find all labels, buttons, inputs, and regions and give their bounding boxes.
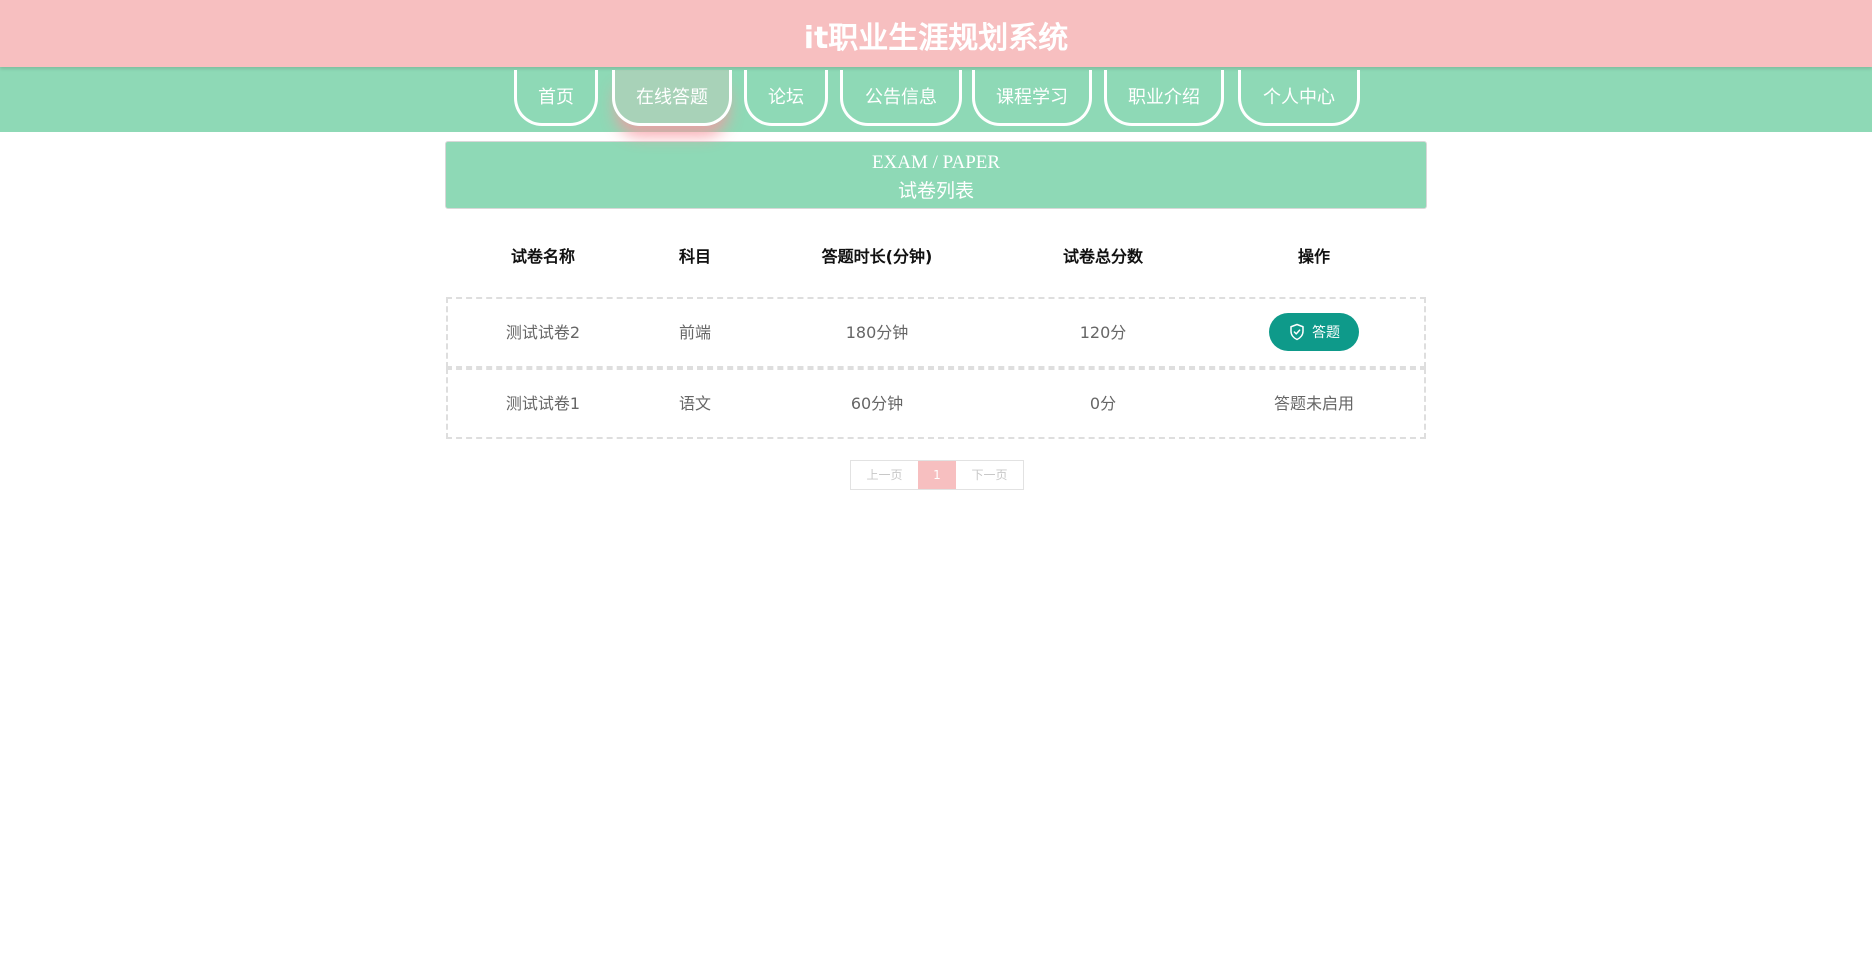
nav-item-careers[interactable]: 职业介绍 <box>1104 70 1224 126</box>
nav-item-forum[interactable]: 论坛 <box>744 70 828 126</box>
table-row: 测试试卷2 前端 180分钟 120分 答题 <box>446 297 1426 368</box>
section-header: EXAM / PAPER 试卷列表 <box>445 141 1427 209</box>
nav-item-announcements[interactable]: 公告信息 <box>840 70 962 126</box>
cell-total-score: 0分 <box>1089 394 1117 413</box>
shield-check-icon <box>1290 323 1304 341</box>
nav-item-profile[interactable]: 个人中心 <box>1238 70 1360 126</box>
cell-subject: 前端 <box>678 323 712 342</box>
nav-item-online-quiz[interactable]: 在线答题 <box>612 70 732 126</box>
col-header-name: 试卷名称 <box>510 247 576 266</box>
col-header-subject: 科目 <box>678 247 712 266</box>
cell-total-score: 120分 <box>1079 323 1127 342</box>
answer-button-label: 答题 <box>1312 325 1340 341</box>
prev-page-button[interactable]: 上一页 <box>851 461 918 489</box>
table-header: 试卷名称 科目 答题时长(分钟) 试卷总分数 操作 <box>446 243 1426 279</box>
site-title: it职业生涯规划系统 <box>803 21 1069 56</box>
cell-paper-name: 测试试卷1 <box>505 394 581 413</box>
table-row: 测试试卷1 语文 60分钟 0分 答题未启用 <box>446 368 1426 439</box>
col-header-action: 操作 <box>1297 247 1331 266</box>
page-number-current[interactable]: 1 <box>918 461 956 489</box>
cell-action-disabled: 答题未启用 <box>1273 394 1355 413</box>
next-page-button[interactable]: 下一页 <box>956 461 1023 489</box>
col-header-total: 试卷总分数 <box>1062 247 1144 266</box>
cell-duration: 60分钟 <box>850 394 904 413</box>
cell-subject: 语文 <box>678 394 712 413</box>
section-title-cn: 试卷列表 <box>897 181 974 202</box>
cell-paper-name: 测试试卷2 <box>505 323 581 342</box>
section-title-en: EXAM / PAPER <box>871 152 1001 173</box>
pagination: 上一页 1 下一页 <box>850 460 1024 490</box>
nav-item-home[interactable]: 首页 <box>514 70 598 126</box>
top-header: it职业生涯规划系统 <box>0 0 1872 67</box>
cell-duration: 180分钟 <box>845 323 909 342</box>
answer-button[interactable]: 答题 <box>1269 313 1359 351</box>
nav-item-courses[interactable]: 课程学习 <box>972 70 1092 126</box>
col-header-duration: 答题时长(分钟) <box>821 247 933 266</box>
